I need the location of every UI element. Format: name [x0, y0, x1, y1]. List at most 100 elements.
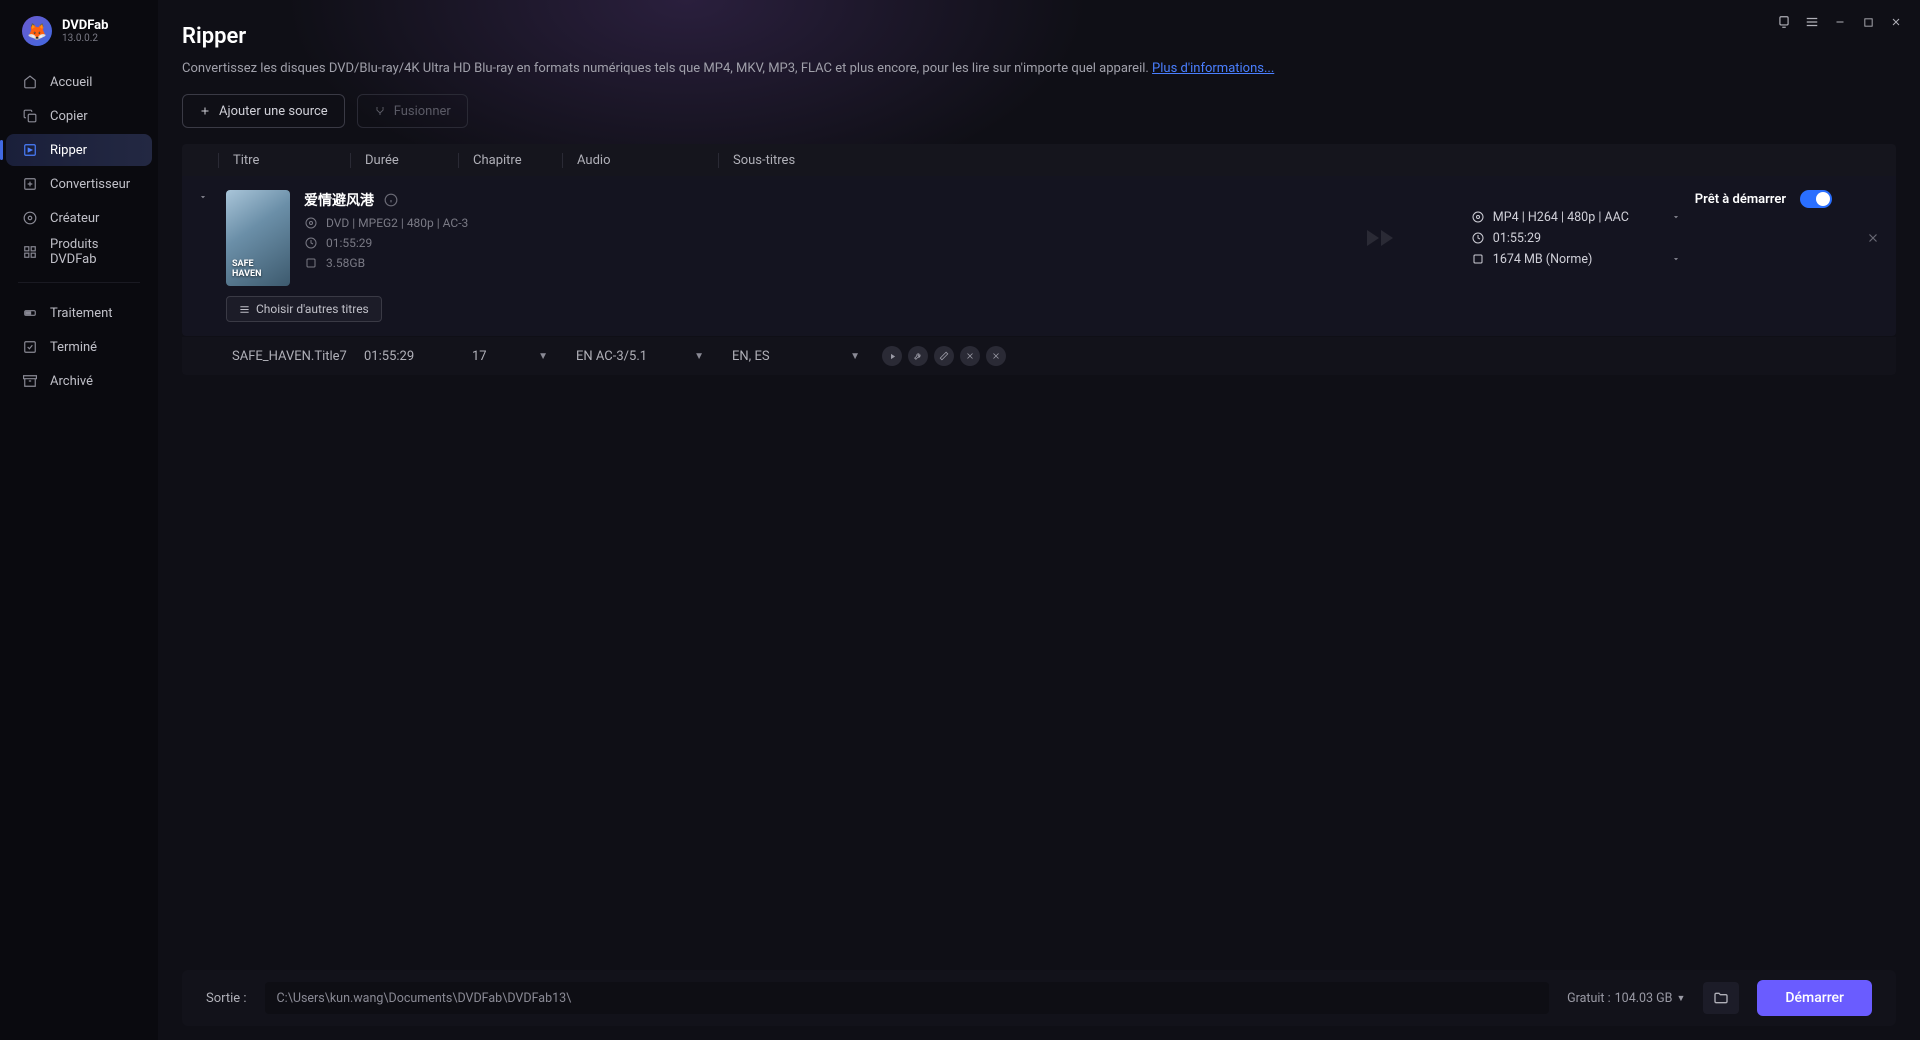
menu-icon[interactable]: [1798, 8, 1826, 36]
archive-icon: [22, 373, 38, 389]
edit-button[interactable]: [934, 346, 954, 366]
clock-icon: [304, 237, 318, 249]
start-button[interactable]: Démarrer: [1757, 980, 1872, 1016]
th-titre: Titre: [218, 153, 350, 168]
browse-folder-button[interactable]: [1703, 982, 1739, 1014]
poster-label: SAFE HAVEN: [232, 260, 261, 280]
table-header: Titre Durée Chapitre Audio Sous-titres: [182, 144, 1896, 176]
sidebar-item-createur[interactable]: Créateur: [6, 202, 152, 234]
done-icon: [22, 339, 38, 355]
play-preview-button[interactable]: [882, 346, 902, 366]
title-audio-select[interactable]: EN AC-3/5.1 ▼: [562, 349, 718, 364]
merge-icon: [374, 105, 386, 117]
delete-button[interactable]: [986, 346, 1006, 366]
settings-wrench-button[interactable]: [908, 346, 928, 366]
title-subtitles-select[interactable]: EN, ES ▼: [718, 349, 874, 364]
size-dropdown[interactable]: [1671, 254, 1681, 264]
pin-icon[interactable]: [1770, 8, 1798, 36]
sidebar: 🦊 DVDFab 13.0.0.2 Accueil Copier Ripper …: [0, 0, 158, 1040]
page-description: Convertissez les disques DVD/Blu-ray/4K …: [182, 61, 1896, 76]
home-icon: [22, 74, 38, 90]
format-dropdown[interactable]: [1671, 212, 1681, 222]
free-space[interactable]: Gratuit : 104.03 GB ▼: [1567, 991, 1685, 1006]
clock-icon: [1471, 232, 1485, 244]
output-size: 1674 MB (Norme): [1493, 252, 1593, 267]
task-title: 爱情避风港: [304, 190, 374, 210]
sidebar-item-archive[interactable]: Archivé: [6, 365, 152, 397]
arrow-icon: [1347, 228, 1427, 248]
disc-icon: [304, 217, 318, 229]
app-logo-icon: 🦊: [22, 16, 52, 46]
sidebar-item-label: Archivé: [50, 374, 93, 389]
title-name: SAFE_HAVEN.Title7: [218, 349, 350, 364]
sidebar-item-label: Convertisseur: [50, 177, 130, 192]
source-duration: 01:55:29: [326, 236, 372, 250]
window-titlebar: [1760, 0, 1920, 44]
sidebar-item-label: Copier: [50, 109, 88, 124]
status-label: Prêt à démarrer: [1695, 192, 1786, 207]
rip-icon: [22, 142, 38, 158]
sidebar-item-convertisseur[interactable]: Convertisseur: [6, 168, 152, 200]
sidebar-item-copier[interactable]: Copier: [6, 100, 152, 132]
size-icon: [304, 257, 318, 269]
output-label: Sortie :: [206, 991, 247, 1006]
chevron-down-icon: ▼: [694, 351, 704, 362]
more-info-link[interactable]: Plus d'informations...: [1152, 61, 1274, 76]
sidebar-item-label: Traitement: [50, 306, 113, 321]
info-icon[interactable]: [384, 193, 398, 207]
sidebar-item-produits[interactable]: Produits DVDFab: [6, 236, 152, 268]
create-icon: [22, 210, 38, 226]
page-header: Ripper Convertissez les disques DVD/Blu-…: [158, 0, 1920, 144]
sidebar-item-label: Ripper: [50, 143, 87, 158]
chevron-down-icon: ▼: [1676, 993, 1685, 1004]
source-format: DVD | MPEG2 | 480p | AC-3: [326, 216, 468, 230]
title-actions: [874, 346, 1006, 366]
title-chapters-select[interactable]: 17 ▼: [458, 349, 562, 364]
remove-task-button[interactable]: [1866, 231, 1880, 245]
content-area: Titre Durée Chapitre Audio Sous-titres S…: [158, 144, 1920, 970]
source-size: 3.58GB: [326, 256, 365, 270]
task-source-meta: 爱情避风港 DVD | MPEG2 | 480p | AC-3 01:55:29…: [304, 190, 1303, 270]
output-format: MP4 | H264 | 480p | AAC: [1493, 210, 1629, 225]
task-output-meta: MP4 | H264 | 480p | AAC 01:55:29 1674 MB…: [1471, 210, 1681, 267]
th-audio: Audio: [562, 153, 718, 168]
page-title: Ripper: [182, 24, 1896, 49]
expand-toggle[interactable]: [198, 190, 212, 202]
movie-poster: SAFE HAVEN: [226, 190, 290, 286]
choose-titles-button[interactable]: Choisir d'autres titres: [226, 296, 382, 322]
footer-bar: Sortie : C:\Users\kun.wang\Documents\DVD…: [182, 970, 1896, 1026]
sidebar-item-accueil[interactable]: Accueil: [6, 66, 152, 98]
output-duration: 01:55:29: [1493, 231, 1541, 246]
merge-button[interactable]: Fusionner: [357, 94, 468, 128]
th-chapitre: Chapitre: [458, 153, 562, 168]
title-detail-row: SAFE_HAVEN.Title7 01:55:29 17 ▼ EN AC-3/…: [182, 337, 1896, 375]
sidebar-item-ripper[interactable]: Ripper: [6, 134, 152, 166]
crop-button[interactable]: [960, 346, 980, 366]
close-button[interactable]: [1882, 8, 1910, 36]
progress-icon: [22, 305, 38, 321]
nav-secondary: Traitement Terminé Archivé: [0, 297, 158, 397]
sidebar-item-label: Créateur: [50, 211, 99, 226]
list-icon: [239, 304, 250, 315]
sidebar-item-label: Produits DVDFab: [50, 237, 136, 267]
sidebar-item-label: Accueil: [50, 75, 92, 90]
chevron-down-icon: ▼: [538, 351, 548, 362]
main-area: Ripper Convertissez les disques DVD/Blu-…: [158, 0, 1920, 1040]
sidebar-item-termine[interactable]: Terminé: [6, 331, 152, 363]
nav-primary: Accueil Copier Ripper Convertisseur Créa…: [0, 66, 158, 268]
disc-icon: [1471, 211, 1485, 223]
copy-icon: [22, 108, 38, 124]
actions-row: Ajouter une source Fusionner: [182, 94, 1896, 128]
minimize-button[interactable]: [1826, 8, 1854, 36]
nav-separator: [18, 282, 140, 283]
app-logo-block: 🦊 DVDFab 13.0.0.2: [0, 16, 158, 66]
products-icon: [22, 244, 38, 260]
title-duration: 01:55:29: [350, 349, 458, 364]
output-path-field[interactable]: C:\Users\kun.wang\Documents\DVDFab\DVDFa…: [265, 982, 1550, 1014]
plus-icon: [199, 105, 211, 117]
sidebar-item-traitement[interactable]: Traitement: [6, 297, 152, 329]
task-toggle[interactable]: [1800, 190, 1832, 208]
maximize-button[interactable]: [1854, 8, 1882, 36]
add-source-button[interactable]: Ajouter une source: [182, 94, 345, 128]
chevron-down-icon: ▼: [850, 351, 860, 362]
